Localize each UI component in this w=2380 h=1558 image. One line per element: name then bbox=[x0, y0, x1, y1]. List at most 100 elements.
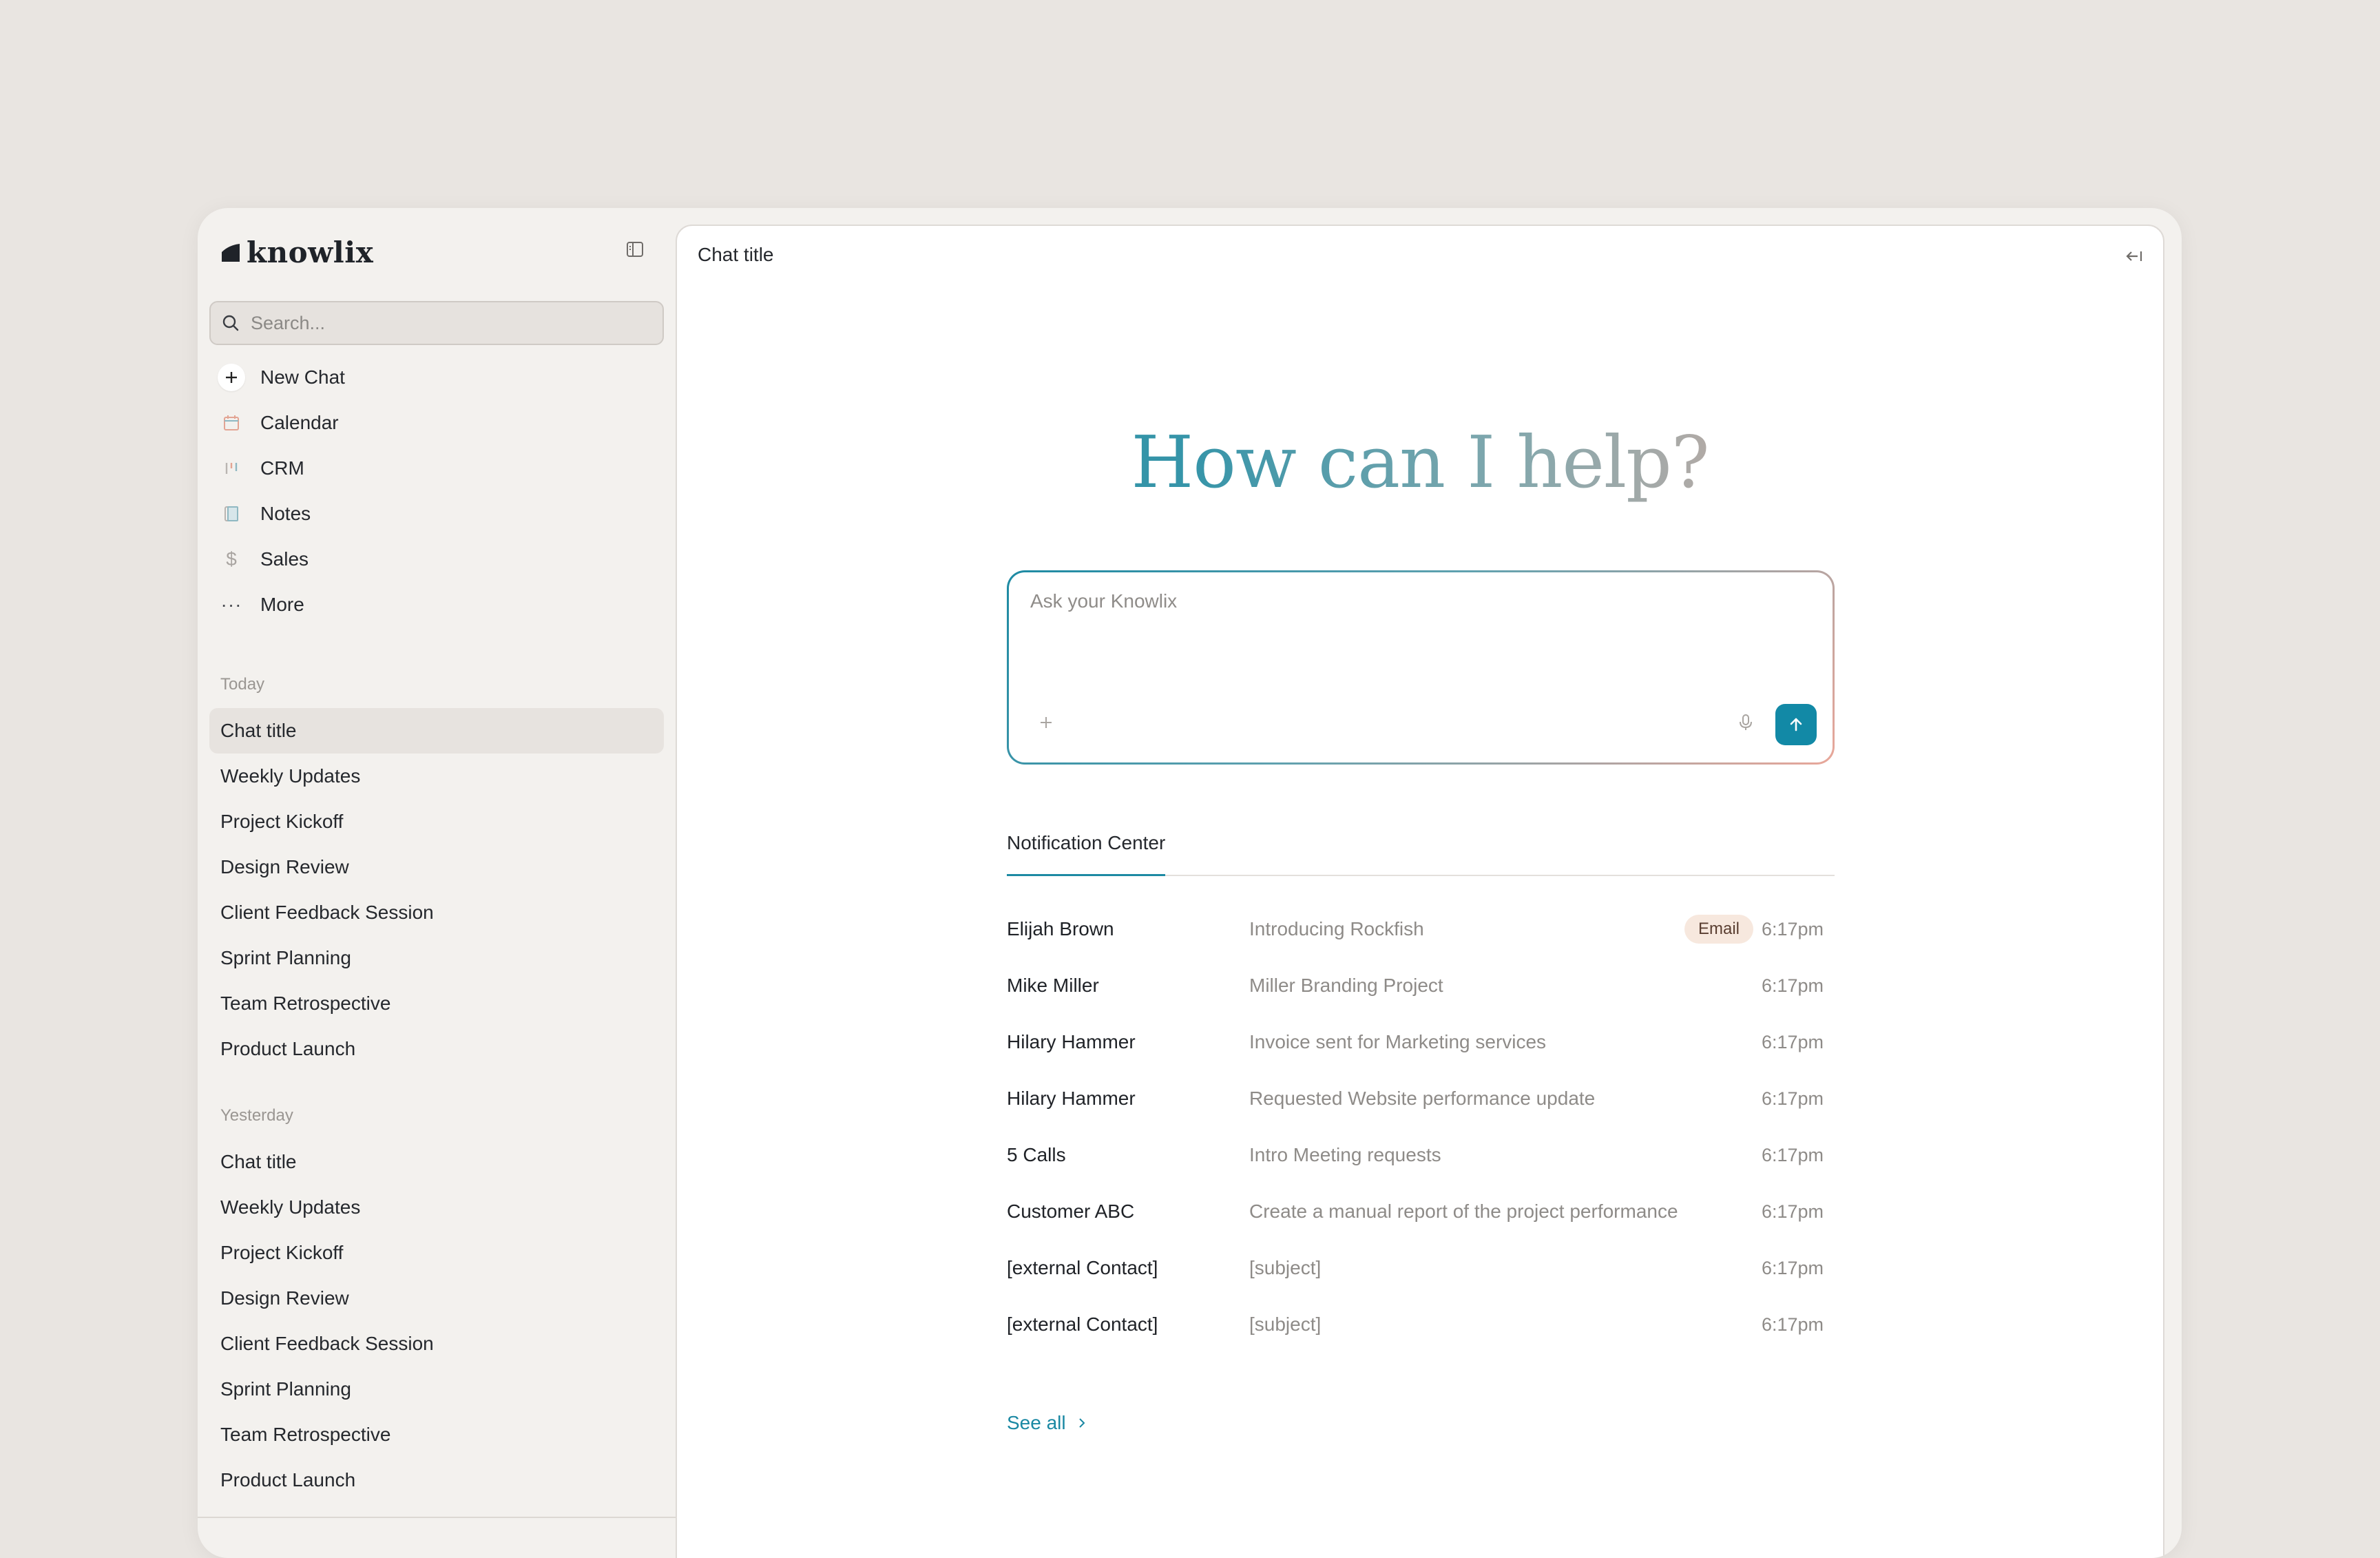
sidebar-toggle-icon bbox=[627, 242, 643, 257]
tab-notification-center[interactable]: Notification Center bbox=[1007, 832, 1166, 876]
notification-tabs: Notification Center bbox=[1007, 832, 1835, 876]
history-item[interactable]: Sprint Planning bbox=[209, 1367, 664, 1412]
notification-sender: [external Contact] bbox=[1007, 1257, 1158, 1278]
history-item[interactable]: Client Feedback Session bbox=[209, 890, 664, 935]
nav-label: More bbox=[260, 594, 304, 615]
notification-row[interactable]: 5 Calls Intro Meeting requests 6:17pm bbox=[1007, 1127, 1835, 1183]
notification-subject: [subject] bbox=[1249, 1313, 1322, 1335]
history-item[interactable]: Design Review bbox=[209, 844, 664, 890]
history-section-yesterday: Yesterday bbox=[220, 1106, 293, 1125]
notification-sender: 5 Calls bbox=[1007, 1144, 1066, 1165]
nav-label: New Chat bbox=[260, 366, 345, 388]
history-item[interactable]: Project Kickoff bbox=[209, 799, 664, 844]
search-icon bbox=[222, 315, 239, 331]
notification-sender: Hilary Hammer bbox=[1007, 1088, 1136, 1109]
notification-time: 6:17pm bbox=[1761, 1088, 1824, 1109]
brand-name: knowlix bbox=[247, 235, 374, 269]
see-all-label: See all bbox=[1007, 1412, 1066, 1433]
history-list-yesterday: Chat title Weekly Updates Project Kickof… bbox=[209, 1139, 664, 1503]
notification-row[interactable]: [external Contact] [subject] 6:17pm bbox=[1007, 1296, 1835, 1353]
history-section-today: Today bbox=[220, 675, 265, 694]
chevron-right-icon bbox=[1078, 1418, 1085, 1428]
notification-time: 6:17pm bbox=[1761, 1031, 1824, 1052]
plus-icon bbox=[1041, 717, 1052, 728]
notification-badge: Email bbox=[1684, 915, 1753, 944]
notification-time: 6:17pm bbox=[1761, 1201, 1824, 1222]
history-item[interactable]: Team Retrospective bbox=[209, 1412, 664, 1457]
microphone-button[interactable] bbox=[1733, 710, 1758, 735]
notification-subject: Create a manual report of the project pe… bbox=[1249, 1201, 1678, 1222]
notification-time: 6:17pm bbox=[1761, 1313, 1824, 1335]
plus-icon bbox=[218, 364, 245, 391]
chat-panel: Chat title How can I help? Ask your Know… bbox=[676, 225, 2164, 1558]
chat-title: Chat title bbox=[698, 244, 774, 265]
brand-logo[interactable]: knowlix bbox=[220, 233, 373, 271]
arrow-up-icon bbox=[1790, 718, 1802, 731]
notification-row[interactable]: Elijah Brown Introducing Rockfish Email 6:1… bbox=[1007, 901, 1835, 957]
history-item[interactable]: Product Launch bbox=[209, 1026, 664, 1072]
history-item[interactable]: Product Launch bbox=[209, 1457, 664, 1503]
prompt-box bbox=[1007, 570, 1835, 765]
nav-label: Notes bbox=[260, 503, 311, 524]
nav-label: CRM bbox=[260, 457, 304, 479]
sidebar: knowlix New bbox=[198, 208, 676, 1558]
notification-time: 6:17pm bbox=[1761, 1257, 1824, 1278]
notification-subject: Introducing Rockfish bbox=[1249, 918, 1424, 939]
attach-button[interactable] bbox=[1034, 710, 1058, 735]
main-nav: New Chat Calendar CRM Notes $ Sales ··· … bbox=[209, 355, 664, 627]
notification-center: Notification Center Elijah Brown Introduc… bbox=[1007, 832, 1835, 1353]
history-item[interactable]: Chat title bbox=[209, 1139, 664, 1185]
search-field[interactable] bbox=[209, 301, 664, 345]
history-item[interactable]: Client Feedback Session bbox=[209, 1321, 664, 1367]
notification-row[interactable]: Customer ABC Create a manual report of th… bbox=[1007, 1183, 1835, 1240]
send-button[interactable] bbox=[1775, 704, 1817, 745]
notification-list: Elijah Brown Introducing Rockfish Email 6:1… bbox=[1007, 901, 1835, 1353]
notification-sender: Elijah Brown bbox=[1007, 918, 1114, 939]
history-item[interactable]: Weekly Updates bbox=[209, 1185, 664, 1230]
microphone-icon bbox=[1740, 714, 1752, 730]
notification-row[interactable]: Mike Miller Miller Branding Project 6:17pm bbox=[1007, 957, 1835, 1014]
history-item[interactable]: Project Kickoff bbox=[209, 1230, 664, 1276]
history-item[interactable]: Weekly Updates bbox=[209, 754, 664, 799]
history-item[interactable]: Team Retrospective bbox=[209, 981, 664, 1026]
collapse-sidebar-button[interactable] bbox=[623, 237, 647, 262]
notification-row[interactable]: [external Contact] [subject] 6:17pm bbox=[1007, 1240, 1835, 1296]
close-panel-button[interactable] bbox=[2120, 242, 2148, 270]
notification-subject: Intro Meeting requests bbox=[1249, 1144, 1441, 1165]
history-item[interactable]: Chat title bbox=[209, 708, 664, 754]
notification-row[interactable]: Hilary Hammer Invoice sent for Marketing … bbox=[1007, 1014, 1835, 1070]
nav-new-chat[interactable]: New Chat bbox=[209, 355, 664, 400]
notification-subject: Miller Branding Project bbox=[1249, 975, 1443, 996]
notes-icon bbox=[225, 506, 238, 521]
ellipsis-icon: ··· bbox=[220, 594, 242, 615]
notification-row[interactable]: Hilary Hammer Requested Website performan… bbox=[1007, 1070, 1835, 1127]
nav-more[interactable]: ··· More bbox=[209, 582, 664, 627]
notification-time: 6:17pm bbox=[1761, 918, 1824, 939]
history-item[interactable]: Design Review bbox=[209, 1276, 664, 1321]
notification-sender: Customer ABC bbox=[1007, 1201, 1135, 1222]
search-input[interactable] bbox=[249, 311, 638, 335]
history-item[interactable]: Sprint Planning bbox=[209, 935, 664, 981]
notification-time: 6:17pm bbox=[1761, 975, 1824, 996]
hero-heading: How can I help? bbox=[677, 420, 2163, 504]
notification-time: 6:17pm bbox=[1761, 1144, 1824, 1165]
collapse-right-icon bbox=[2126, 251, 2142, 261]
sidebar-divider bbox=[198, 1517, 676, 1518]
nav-calendar[interactable]: Calendar bbox=[209, 400, 664, 446]
nav-label: Sales bbox=[260, 548, 309, 570]
notification-subject: Invoice sent for Marketing services bbox=[1249, 1031, 1547, 1052]
nav-label: Calendar bbox=[260, 412, 339, 433]
prompt-input[interactable] bbox=[1029, 589, 1789, 674]
see-all-link[interactable]: See all bbox=[1007, 1412, 1088, 1434]
calendar-icon bbox=[224, 415, 239, 430]
notification-sender: Mike Miller bbox=[1007, 975, 1099, 996]
notification-sender: [external Contact] bbox=[1007, 1313, 1158, 1335]
nav-notes[interactable]: Notes bbox=[209, 491, 664, 537]
notification-subject: [subject] bbox=[1249, 1257, 1322, 1278]
nav-sales[interactable]: $ Sales bbox=[209, 537, 664, 582]
notification-sender: Hilary Hammer bbox=[1007, 1031, 1136, 1052]
history-list-today: Chat title Weekly Updates Project Kickof… bbox=[209, 708, 664, 1072]
logo-mark-icon bbox=[222, 244, 240, 262]
dollar-icon: $ bbox=[226, 548, 237, 570]
nav-crm[interactable]: CRM bbox=[209, 446, 664, 491]
